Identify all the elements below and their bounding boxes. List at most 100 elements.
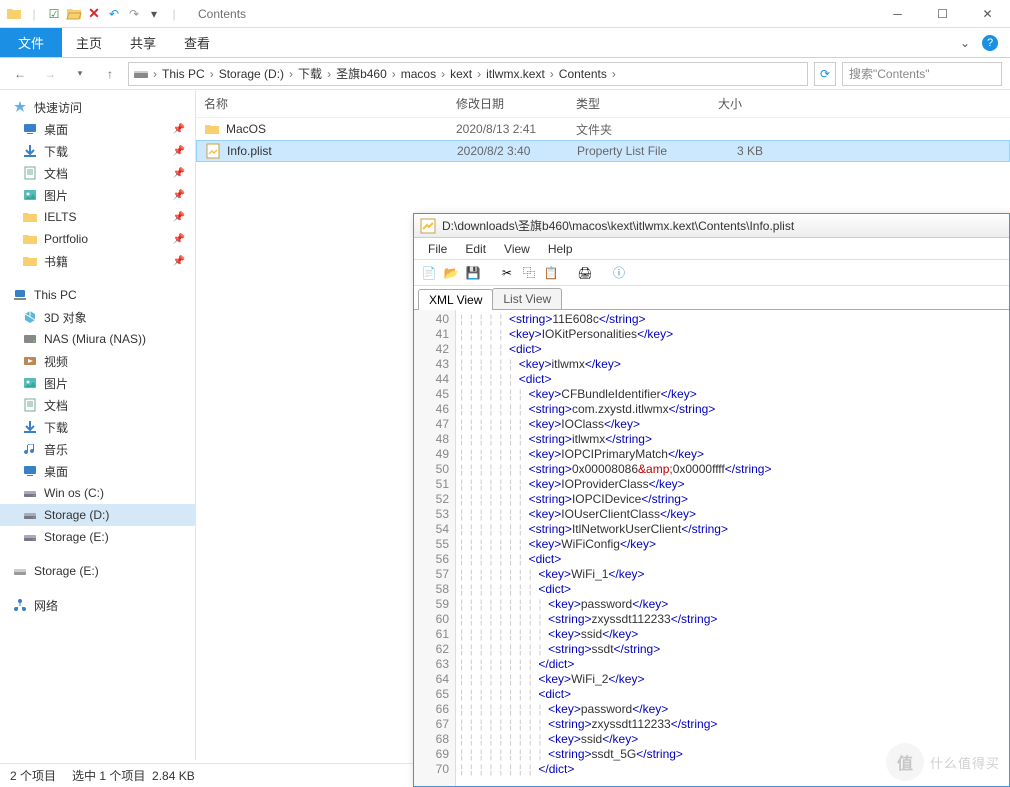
delete-icon[interactable]: ✕ <box>86 6 102 22</box>
file-date: 2020/8/2 3:40 <box>457 144 577 158</box>
sidebar-item[interactable]: 书籍📌 <box>0 250 195 272</box>
sidebar-item[interactable]: 快速访问 <box>0 96 195 118</box>
sidebar-item[interactable]: 视频 <box>0 350 195 372</box>
chevron-icon[interactable]: › <box>151 67 159 81</box>
sidebar-item[interactable]: 图片 <box>0 372 195 394</box>
help-icon[interactable]: ? <box>982 35 998 51</box>
sidebar[interactable]: 快速访问桌面📌下载📌文档📌图片📌IELTS📌Portfolio📌书籍📌This … <box>0 90 196 760</box>
ribbon: 文件 主页 共享 查看 ⌄ ? <box>0 28 1010 58</box>
column-headers[interactable]: 名称 修改日期 类型 大小 <box>196 90 1010 118</box>
breadcrumb-seg[interactable]: Storage (D:) <box>216 67 287 81</box>
sidebar-item[interactable]: 图片📌 <box>0 184 195 206</box>
status-item-count: 2 个项目 <box>10 767 56 784</box>
chevron-icon[interactable]: › <box>475 67 483 81</box>
file-row[interactable]: MacOS2020/8/13 2:41文件夹 <box>196 118 1010 140</box>
file-row[interactable]: Info.plist2020/8/2 3:40Property List Fil… <box>196 140 1010 162</box>
checkmark-icon[interactable]: ☑ <box>46 6 62 22</box>
tab-xml-view[interactable]: XML View <box>418 289 493 310</box>
open-icon[interactable]: 📂 <box>442 264 460 282</box>
folder-open-icon[interactable] <box>66 6 82 22</box>
code-content[interactable]: ¦ ¦ ¦ ¦ ¦ <string>11E608c</string>¦ ¦ ¦ … <box>456 310 1009 786</box>
sidebar-item[interactable]: Win os (C:) <box>0 482 195 504</box>
save-icon[interactable]: 💾 <box>464 264 482 282</box>
sidebar-item[interactable]: 网络 <box>0 594 195 616</box>
chevron-icon[interactable]: › <box>610 67 618 81</box>
sidebar-item[interactable]: NAS (Miura (NAS)) <box>0 328 195 350</box>
folder-icon <box>6 6 22 22</box>
ribbon-expand-icon[interactable]: ⌄ <box>960 36 970 50</box>
chevron-icon[interactable]: › <box>439 67 447 81</box>
breadcrumb-seg[interactable]: Contents <box>556 67 610 81</box>
sidebar-item[interactable]: Storage (D:) <box>0 504 195 526</box>
chevron-icon[interactable]: › <box>390 67 398 81</box>
menu-help[interactable]: Help <box>540 242 581 256</box>
sidebar-item[interactable]: Storage (E:) <box>0 560 195 582</box>
breadcrumb-seg[interactable]: 圣旗b460 <box>333 67 390 81</box>
sidebar-item[interactable]: This PC <box>0 284 195 306</box>
status-selected: 选中 1 个项目 2.84 KB <box>72 767 195 784</box>
file-name: Info.plist <box>227 144 272 158</box>
col-type[interactable]: 类型 <box>576 95 702 112</box>
undo-icon[interactable]: ↶ <box>106 6 122 22</box>
sidebar-item-label: 视频 <box>44 353 68 370</box>
sidebar-item[interactable]: 下载📌 <box>0 140 195 162</box>
copy-icon[interactable]: ⿻ <box>520 264 538 282</box>
tab-list-view[interactable]: List View <box>492 288 562 309</box>
menu-view[interactable]: View <box>496 242 538 256</box>
watermark: 值 什么值得买 <box>886 743 1000 781</box>
breadcrumb-seg[interactable]: macos <box>398 67 439 81</box>
col-date[interactable]: 修改日期 <box>456 95 576 112</box>
watermark-text: 什么值得买 <box>930 753 1000 772</box>
sidebar-item[interactable]: 文档 <box>0 394 195 416</box>
recent-dropdown[interactable]: ▾ <box>68 62 92 86</box>
forward-button[interactable]: → <box>38 62 62 86</box>
up-button[interactable]: ↑ <box>98 62 122 86</box>
chevron-icon[interactable]: › <box>548 67 556 81</box>
col-size[interactable]: 大小 <box>702 95 762 112</box>
sidebar-item[interactable]: 3D 对象 <box>0 306 195 328</box>
sidebar-item-label: Storage (D:) <box>44 508 109 522</box>
sidebar-item[interactable]: 文档📌 <box>0 162 195 184</box>
sidebar-item[interactable]: 音乐 <box>0 438 195 460</box>
sidebar-item[interactable]: 下载 <box>0 416 195 438</box>
col-name[interactable]: 名称 <box>204 95 456 112</box>
pin-icon: 📌 <box>173 190 185 201</box>
sidebar-item[interactable]: Storage (E:) <box>0 526 195 548</box>
breadcrumb[interactable]: › This PC›Storage (D:)›下载›圣旗b460›macos›k… <box>128 62 808 86</box>
breadcrumb-seg[interactable]: 下载 <box>295 67 325 81</box>
menu-edit[interactable]: Edit <box>457 242 494 256</box>
qat-dropdown-icon[interactable]: ▾ <box>146 6 162 22</box>
chevron-icon[interactable]: › <box>208 67 216 81</box>
tab-home[interactable]: 主页 <box>62 28 116 57</box>
editor-code-area[interactable]: 4041424344454647484950515253545556575859… <box>414 310 1009 786</box>
tab-view[interactable]: 查看 <box>170 28 224 57</box>
breadcrumb-seg[interactable]: This PC <box>159 67 208 81</box>
search-input[interactable]: 搜索"Contents" <box>842 62 1002 86</box>
sidebar-item-label: 3D 对象 <box>44 309 87 326</box>
chevron-icon[interactable]: › <box>287 67 295 81</box>
print-icon[interactable]: 🖨 <box>576 264 594 282</box>
sidebar-item[interactable]: 桌面 <box>0 460 195 482</box>
refresh-button[interactable]: ⟳ <box>814 62 836 86</box>
sidebar-item[interactable]: 桌面📌 <box>0 118 195 140</box>
editor-tabs: XML View List View <box>414 286 1009 310</box>
editor-titlebar[interactable]: D:\downloads\圣旗b460\macos\kext\itlwmx.ke… <box>414 214 1009 238</box>
cut-icon[interactable]: ✂ <box>498 264 516 282</box>
tab-file[interactable]: 文件 <box>0 28 62 57</box>
close-button[interactable]: ✕ <box>965 0 1010 28</box>
sidebar-item[interactable]: Portfolio📌 <box>0 228 195 250</box>
chevron-icon[interactable]: › <box>325 67 333 81</box>
tab-share[interactable]: 共享 <box>116 28 170 57</box>
back-button[interactable]: ← <box>8 62 32 86</box>
breadcrumb-seg[interactable]: kext <box>447 67 475 81</box>
new-icon[interactable]: 📄 <box>420 264 438 282</box>
sidebar-item-label: 下载 <box>44 143 68 160</box>
maximize-button[interactable]: ☐ <box>920 0 965 28</box>
minimize-button[interactable]: ─ <box>875 0 920 28</box>
info-icon[interactable]: ⓘ <box>610 264 628 282</box>
redo-icon[interactable]: ↷ <box>126 6 142 22</box>
breadcrumb-seg[interactable]: itlwmx.kext <box>483 67 548 81</box>
paste-icon[interactable]: 📋 <box>542 264 560 282</box>
menu-file[interactable]: File <box>420 242 455 256</box>
sidebar-item[interactable]: IELTS📌 <box>0 206 195 228</box>
